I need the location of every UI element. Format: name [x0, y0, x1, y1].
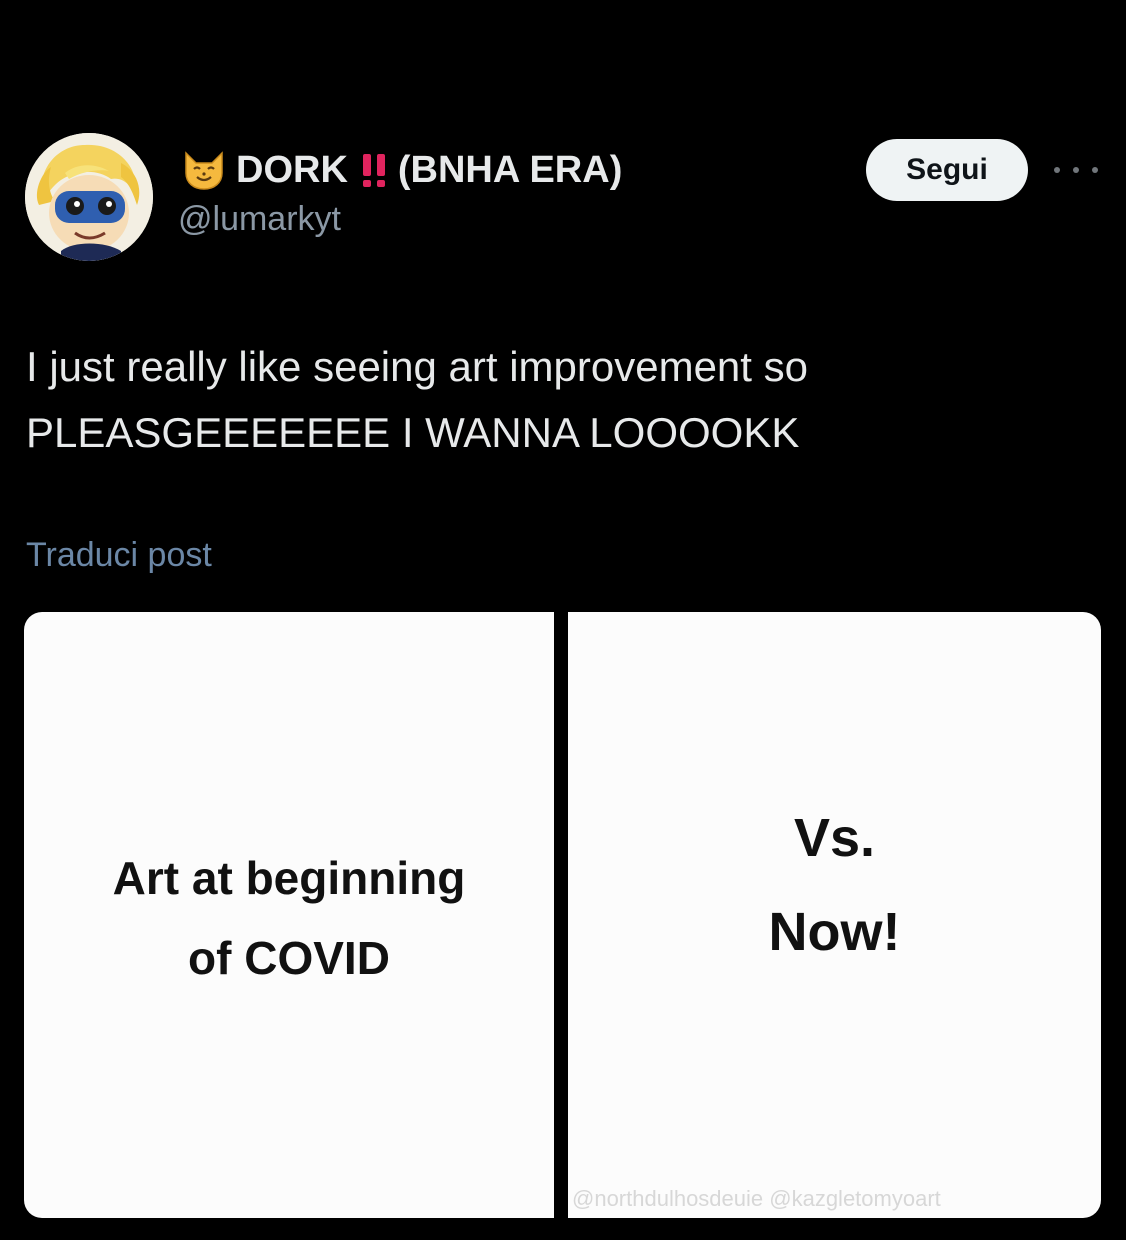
post-text-line: PLEASGEEEEEEE I WANNA LOOOOKK [26, 409, 800, 456]
more-dot [1092, 167, 1098, 173]
post-text-line: I just really like seeing art improvemen… [26, 343, 808, 390]
media-divider [554, 612, 568, 1218]
author-avatar[interactable] [25, 133, 153, 261]
post-text: I just really like seeing art improvemen… [26, 334, 1086, 466]
caption-line: of COVID [188, 932, 390, 984]
media-panel-left[interactable]: Art at beginning of COVID [24, 612, 554, 1218]
caption-line: Art at beginning [112, 852, 466, 904]
display-name: DORK [236, 148, 348, 191]
more-dot [1054, 167, 1060, 173]
follow-button[interactable]: Segui [866, 139, 1028, 201]
more-options-icon[interactable] [1054, 158, 1098, 182]
media-left-caption: Art at beginning of COVID [113, 838, 466, 998]
double-exclamation-icon [354, 150, 394, 190]
cartoon-avatar-icon [25, 133, 153, 261]
more-dot [1073, 167, 1079, 173]
watermark: @northdulhosdeuie @kazgletomyoart [572, 1186, 941, 1211]
caption-line: Vs. [793, 808, 876, 868]
caption-line: Now! [768, 902, 901, 962]
author-handle[interactable]: @lumarkyt [178, 200, 341, 239]
media-right-caption: Vs. Now! [769, 791, 901, 979]
post-media[interactable]: Art at beginning of COVID Vs. Now! @nort… [24, 612, 1101, 1218]
smiling-cat-icon [180, 149, 228, 191]
author-name-row[interactable]: DORK (BNHA ERA) [180, 146, 622, 194]
display-name-suffix: (BNHA ERA) [397, 148, 623, 191]
media-panel-right[interactable]: Vs. Now! @northdulhosdeuie @kazgletomyoa… [568, 612, 1101, 1218]
translate-post-link[interactable]: Traduci post [26, 536, 212, 575]
